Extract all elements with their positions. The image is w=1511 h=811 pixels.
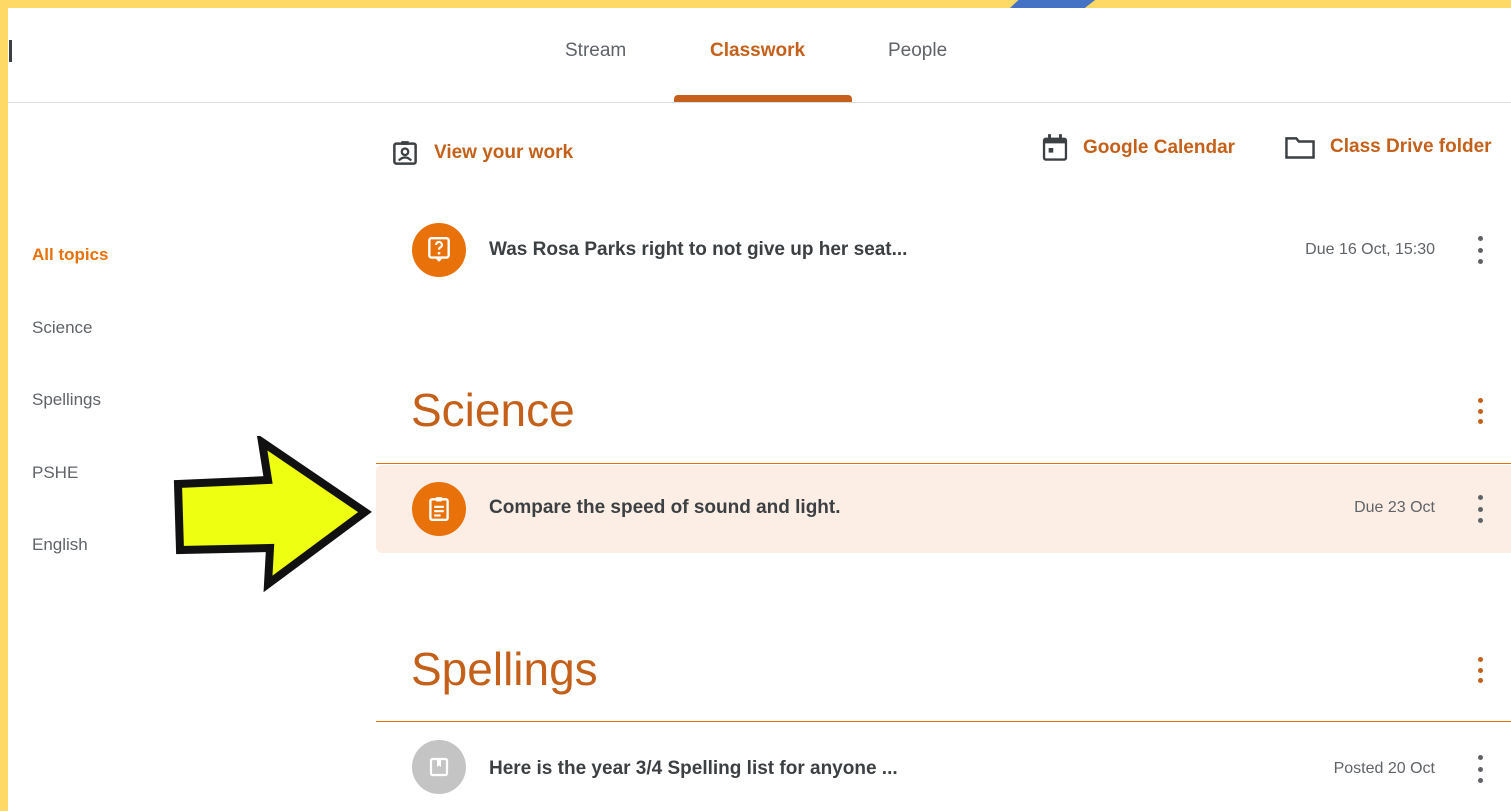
class-drive-folder-label: Class Drive folder — [1330, 136, 1492, 157]
slide-frame-top — [0, 0, 1511, 8]
folder-icon — [1285, 137, 1315, 159]
slide-frame-left — [0, 0, 8, 811]
material-icon — [412, 740, 466, 794]
topic-divider — [376, 721, 1511, 722]
item-title: Compare the speed of sound and light. — [489, 497, 841, 518]
tab-bar: Stream Classwork People — [8, 8, 1511, 103]
question-icon — [412, 223, 466, 277]
item-due-date: Due 16 Oct, 15:30 — [1305, 241, 1435, 258]
tab-classwork[interactable]: Classwork — [710, 40, 805, 62]
tab-people[interactable]: People — [888, 40, 947, 62]
assignment-icon — [412, 482, 466, 536]
view-your-work-link[interactable]: View your work — [390, 138, 573, 168]
item-title: Here is the year 3/4 Spelling list for a… — [489, 758, 898, 779]
item-due-date: Posted 20 Oct — [1333, 760, 1435, 777]
class-drive-folder-link[interactable]: Class Drive folder — [1284, 134, 1492, 160]
tab-stream[interactable]: Stream — [565, 40, 626, 62]
item-title: Was Rosa Parks right to not give up her … — [489, 239, 908, 260]
more-vert-icon[interactable] — [1474, 495, 1486, 523]
topic-heading-science: Science — [411, 384, 575, 436]
google-calendar-label: Google Calendar — [1083, 137, 1236, 158]
view-your-work-label: View your work — [434, 142, 574, 163]
google-calendar-link[interactable]: Google Calendar — [1041, 133, 1235, 163]
sidebar-item-spellings[interactable]: Spellings — [32, 390, 101, 410]
calendar-icon — [1042, 134, 1068, 161]
classwork-item-question[interactable]: Was Rosa Parks right to not give up her … — [376, 206, 1511, 294]
topic-more-vert-icon[interactable] — [1475, 657, 1485, 683]
classwork-item-assignment[interactable]: Compare the speed of sound and light. Du… — [376, 465, 1511, 553]
assignment-ind-icon — [393, 141, 417, 165]
item-due-date: Due 23 Oct — [1354, 499, 1435, 516]
topic-more-vert-icon[interactable] — [1475, 398, 1485, 424]
sidebar-item-pshe[interactable]: PSHE — [32, 463, 78, 483]
annotation-arrow-icon — [173, 436, 372, 593]
sidebar-item-science[interactable]: Science — [32, 318, 92, 338]
sidebar-item-english[interactable]: English — [32, 535, 88, 555]
slide-frame-accent — [1010, 0, 1095, 8]
sidebar-item-all-topics[interactable]: All topics — [32, 245, 109, 265]
topic-heading-spellings: Spellings — [411, 643, 598, 695]
classwork-item-material[interactable]: Here is the year 3/4 Spelling list for a… — [376, 723, 1511, 811]
active-tab-indicator — [674, 95, 852, 102]
topic-divider — [376, 463, 1511, 464]
more-vert-icon[interactable] — [1474, 755, 1486, 783]
more-vert-icon[interactable] — [1474, 236, 1486, 264]
